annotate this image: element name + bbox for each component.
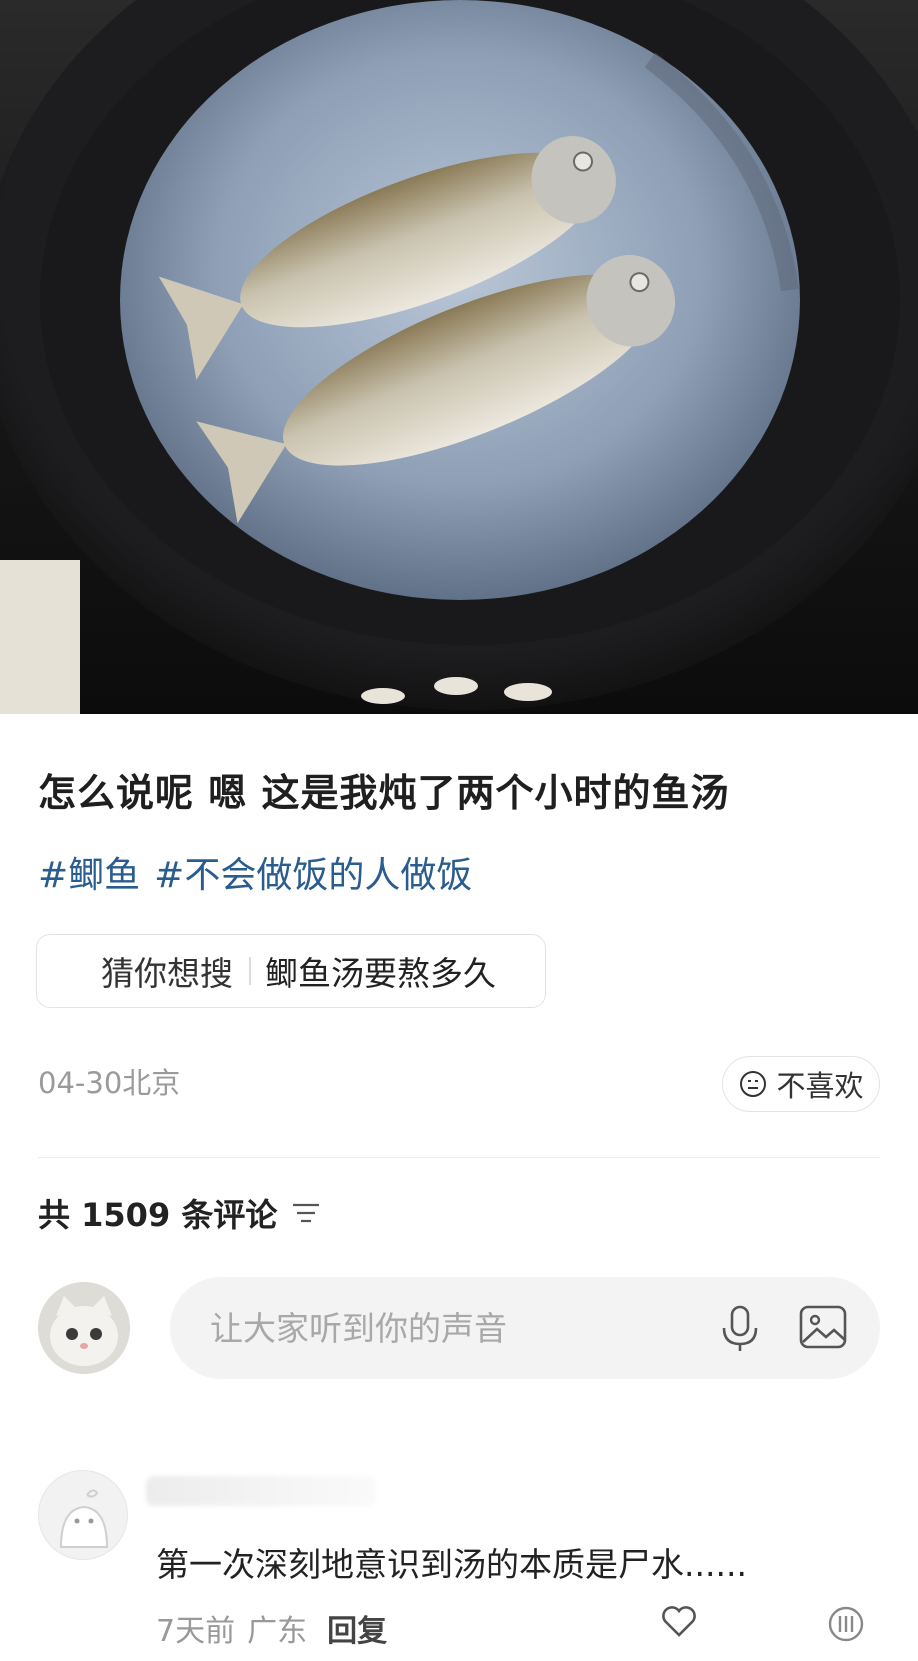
tag-link[interactable]: #不会做饭的人做饭 (154, 846, 472, 898)
sort-icon[interactable] (291, 1201, 321, 1225)
divider (249, 957, 251, 985)
fish-in-pan-illustration (0, 0, 918, 714)
suggestion-query: 鲫鱼汤要熬多久 (265, 954, 496, 993)
commenter-avatar[interactable] (38, 1470, 128, 1560)
comment-text: 第一次深刻地意识到汤的本质是尸水...... (156, 1545, 747, 1584)
post-tags: #鲫鱼 #不会做饭的人做饭 (38, 846, 472, 898)
comment-input-box[interactable] (170, 1277, 880, 1379)
comment-time: 7天前 (156, 1614, 236, 1649)
cat-avatar-icon (38, 1282, 130, 1374)
comment-input[interactable] (208, 1307, 682, 1349)
ghost-avatar-icon (59, 1489, 109, 1548)
image-upload-icon[interactable] (798, 1302, 848, 1352)
comments-count: 共 1509 条评论 (38, 1196, 278, 1234)
post-photo[interactable] (0, 0, 918, 714)
comment-location: 广东 (247, 1614, 308, 1649)
heart-icon (662, 1606, 696, 1637)
microphone-icon[interactable] (718, 1304, 762, 1354)
comment-meta: 7天前 广东 回复 (156, 1606, 387, 1650)
reply-button[interactable]: 回复 (327, 1606, 387, 1650)
commenter-name-blurred (146, 1476, 376, 1506)
post-title: 怎么说呢 嗯 这是我炖了两个小时的鱼汤 (38, 771, 730, 815)
dislike-label: 不喜欢 (776, 1069, 864, 1103)
comments-header: 共 1509 条评论 (38, 1190, 321, 1236)
more-icon (828, 1606, 864, 1642)
dislike-button[interactable]: 不喜欢 (722, 1056, 880, 1112)
frown-face-icon (740, 1071, 767, 1097)
avatar[interactable] (38, 1282, 130, 1374)
like-button[interactable] (660, 1604, 698, 1638)
search-suggestion[interactable]: 猜你想搜 鲫鱼汤要熬多久 (36, 934, 546, 1008)
comment-more[interactable] (826, 1604, 866, 1648)
suggestion-label: 猜你想搜 (101, 954, 233, 993)
tag-link[interactable]: #鲫鱼 (38, 846, 140, 898)
section-divider (38, 1157, 880, 1158)
post-date-location: 04-30北京 (38, 1066, 181, 1100)
